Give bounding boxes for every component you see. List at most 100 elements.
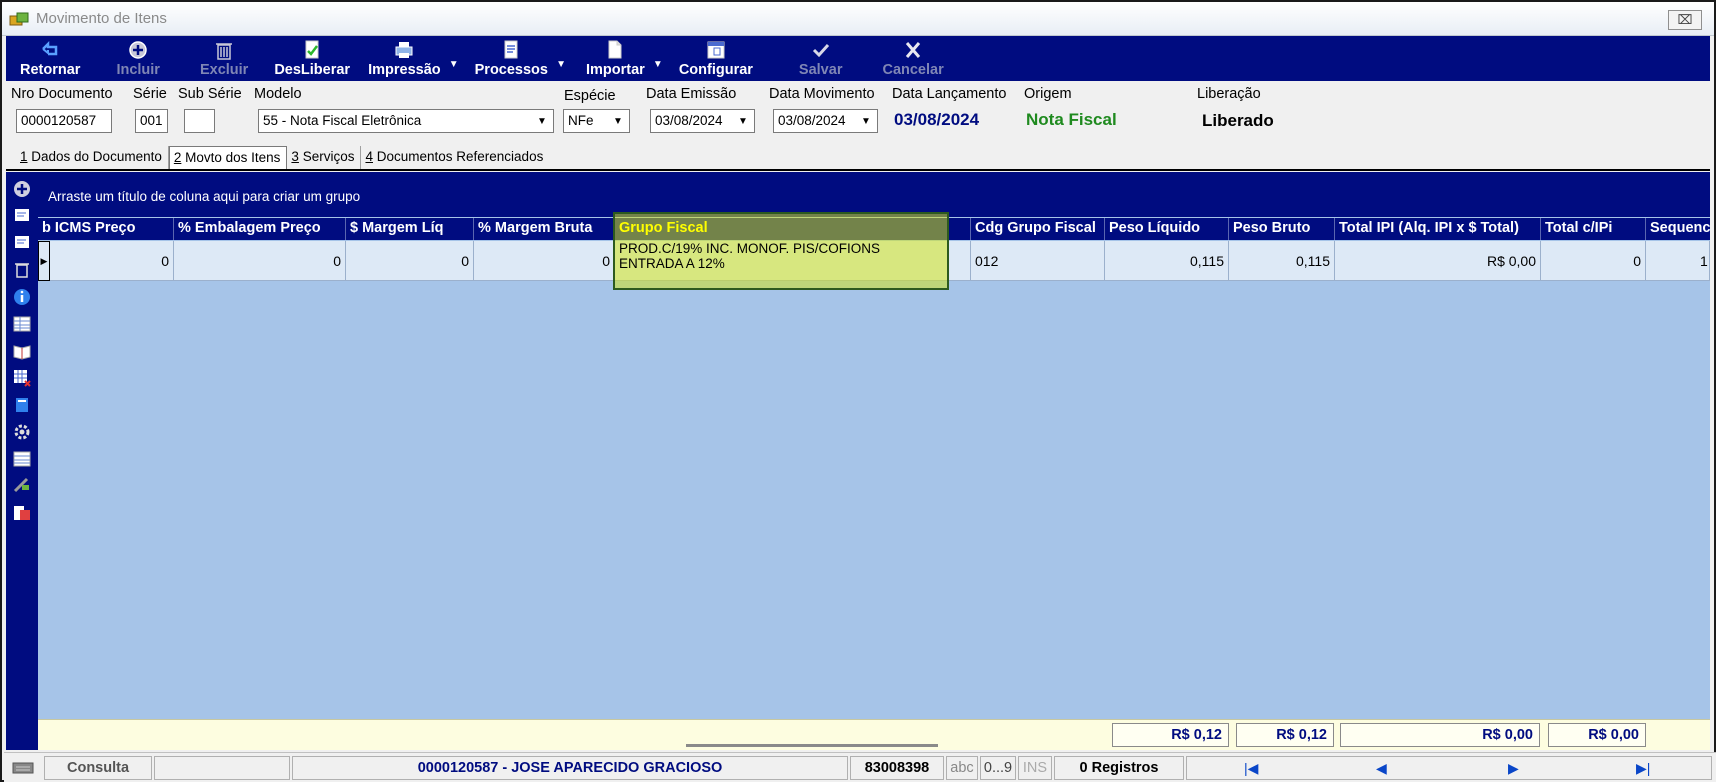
- importar-button[interactable]: Importar ▼: [585, 39, 663, 78]
- process-document-icon: [504, 40, 518, 59]
- col-header-margem-bruta[interactable]: % Margem Bruta: [474, 218, 615, 240]
- salvar-button[interactable]: Salvar: [798, 39, 843, 78]
- col-header-total-ipi[interactable]: Total IPI (Alq. IPI x $ Total): [1335, 218, 1541, 240]
- data-lancamento-label: Data Lançamento: [892, 86, 1007, 102]
- chevron-down-icon[interactable]: ▼: [533, 112, 551, 130]
- code-status: 83008398: [850, 756, 944, 780]
- cell-cdg-grupo-fiscal[interactable]: 012: [971, 241, 1105, 281]
- cell-peso-bruto[interactable]: 0,115: [1229, 241, 1335, 281]
- tab-movto-itens[interactable]: 2 Movto dos Itens: [168, 146, 288, 170]
- retornar-button[interactable]: Retornar: [20, 39, 80, 78]
- table-icon[interactable]: [12, 314, 32, 334]
- desliberar-button[interactable]: DesLiberar: [274, 39, 350, 78]
- chevron-down-icon[interactable]: ▼: [857, 112, 875, 130]
- sub-serie-label: Sub Série: [178, 86, 242, 102]
- data-emissao-select[interactable]: 03/08/2024 ▼: [650, 109, 755, 133]
- cell-embalagem-preco[interactable]: 0: [174, 241, 346, 281]
- processos-dropdown-icon[interactable]: ▼: [556, 59, 566, 70]
- impressao-button[interactable]: Impressão ▼: [368, 39, 459, 78]
- book-blue-icon[interactable]: [12, 395, 32, 415]
- gear-icon[interactable]: [12, 422, 32, 442]
- configurar-label: Configurar: [678, 62, 753, 78]
- tab-dados-documento[interactable]: 1 Dados do Documento: [16, 146, 169, 170]
- tab-documentos-referenciados[interactable]: 4 Documentos Referenciados: [361, 146, 549, 170]
- serie-field[interactable]: 001: [135, 109, 168, 133]
- cell-margem-liq[interactable]: 0: [346, 241, 474, 281]
- cell-total-c-ipi[interactable]: 0: [1541, 241, 1646, 281]
- add-item-icon[interactable]: [12, 179, 32, 199]
- info-icon[interactable]: [12, 287, 32, 307]
- processos-button[interactable]: Processos ▼: [475, 39, 566, 78]
- checkmark-icon: [812, 43, 829, 58]
- mode-status: Consulta: [44, 756, 152, 780]
- total-c-ipi: R$ 0,00: [1548, 723, 1646, 747]
- prev-record-icon[interactable]: ◀: [1376, 760, 1387, 777]
- cell-margem-bruta[interactable]: 0: [474, 241, 615, 281]
- cancelar-label: Cancelar: [882, 62, 944, 78]
- grupo-fiscal-highlight[interactable]: Grupo Fiscal PROD.C/19% INC. MONOF. PIS/…: [613, 212, 949, 290]
- sub-serie-field[interactable]: [184, 109, 215, 133]
- satellite-icon[interactable]: [12, 476, 32, 496]
- tab-servicos[interactable]: 3 Serviços: [287, 146, 362, 170]
- return-arrow-icon: [42, 40, 58, 56]
- registros-status: 0 Registros: [1054, 756, 1184, 780]
- importar-label: Importar: [585, 62, 645, 78]
- grupo-fiscal-header: Grupo Fiscal: [619, 220, 708, 236]
- x-cancel-icon: [905, 42, 921, 58]
- configurar-button[interactable]: Configurar: [679, 39, 753, 78]
- col-header-embalagem-preco[interactable]: % Embalagem Preço: [174, 218, 346, 240]
- impressao-dropdown-icon[interactable]: ▼: [449, 59, 459, 70]
- cancelar-button[interactable]: Cancelar: [882, 39, 944, 78]
- col-header-icms-preco[interactable]: b ICMS Preço: [38, 218, 174, 240]
- report-icon[interactable]: [12, 503, 32, 523]
- edit-doc-icon[interactable]: [12, 233, 32, 253]
- col-header-total-c-ipi[interactable]: Total c/IPi: [1541, 218, 1646, 240]
- edit-item-icon[interactable]: [12, 206, 32, 226]
- importar-dropdown-icon[interactable]: ▼: [653, 59, 663, 70]
- tab-divider: [6, 169, 1710, 171]
- col-header-peso-liquido[interactable]: Peso Líquido: [1105, 218, 1229, 240]
- window-title: Movimento de Itens: [36, 10, 167, 27]
- group-panel[interactable]: Arraste um título de coluna aqui para cr…: [38, 172, 1710, 217]
- last-record-icon[interactable]: ▶|: [1636, 760, 1650, 777]
- col-header-peso-bruto[interactable]: Peso Bruto: [1229, 218, 1335, 240]
- items-grid: Arraste um título de coluna aqui para cr…: [38, 172, 1710, 750]
- incluir-button[interactable]: Incluir: [116, 39, 160, 78]
- liberacao-label: Liberação: [1197, 86, 1261, 102]
- list-icon[interactable]: [12, 449, 32, 469]
- modelo-label: Modelo: [254, 86, 302, 102]
- close-button[interactable]: ⌧: [1668, 10, 1702, 30]
- col-header-margem-liq[interactable]: $ Margem Líq: [346, 218, 474, 240]
- data-movimento-select[interactable]: 03/08/2024 ▼: [773, 109, 878, 133]
- liberacao-value: Liberado: [1202, 111, 1274, 130]
- cell-icms-preco[interactable]: 0: [50, 241, 174, 281]
- configure-icon: [707, 41, 725, 59]
- salvar-label: Salvar: [798, 62, 843, 78]
- excluir-label: Excluir: [199, 62, 249, 78]
- modelo-select[interactable]: 55 - Nota Fiscal Eletrônica ▼: [258, 109, 554, 133]
- chevron-down-icon[interactable]: ▼: [734, 112, 752, 130]
- cell-peso-liquido[interactable]: 0,115: [1105, 241, 1229, 281]
- especie-select[interactable]: NFe ▼: [563, 109, 630, 133]
- desliberar-label: DesLiberar: [274, 62, 351, 78]
- col-header-cdg-grupo-fiscal[interactable]: Cdg Grupo Fiscal: [971, 218, 1105, 240]
- cell-sequencia[interactable]: 1: [1646, 241, 1710, 281]
- excluir-button[interactable]: Excluir: [200, 39, 248, 78]
- horizontal-scrollbar[interactable]: [686, 744, 938, 747]
- data-movimento-label: Data Movimento: [769, 86, 875, 102]
- trash-icon[interactable]: [12, 260, 32, 280]
- data-emissao-value: 03/08/2024: [655, 113, 723, 128]
- chevron-down-icon[interactable]: ▼: [609, 112, 627, 130]
- nro-documento-field[interactable]: 0000120587: [16, 109, 112, 133]
- cell-total-ipi[interactable]: R$ 0,00: [1335, 241, 1541, 281]
- col-header-sequencia[interactable]: Sequenc: [1646, 218, 1710, 240]
- data-lancamento-value: 03/08/2024: [894, 110, 980, 129]
- grid-delete-icon[interactable]: [12, 368, 32, 388]
- first-record-icon[interactable]: |◀: [1244, 760, 1258, 777]
- add-circle-icon: [129, 41, 147, 59]
- data-movimento-value: 03/08/2024: [778, 113, 846, 128]
- next-record-icon[interactable]: ▶: [1508, 760, 1519, 777]
- document-check-icon: [305, 40, 319, 59]
- side-toolbar: [6, 172, 38, 750]
- book-icon[interactable]: [12, 341, 32, 361]
